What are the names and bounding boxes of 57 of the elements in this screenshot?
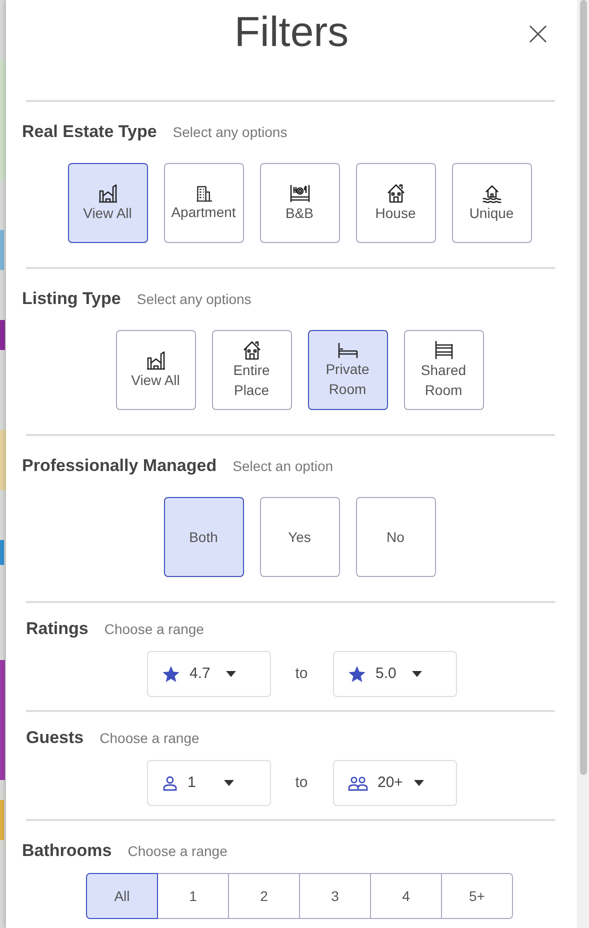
segment-option[interactable]: 4 <box>370 873 442 919</box>
range-separator: to <box>294 664 309 684</box>
bed-icon <box>336 341 358 359</box>
window-title: Filters <box>234 7 349 57</box>
range-dropdown[interactable]: 20+ <box>332 760 456 806</box>
segment-option[interactable]: 2 <box>228 873 300 919</box>
caret-icon <box>224 780 234 786</box>
section-heading: Listing Type <box>22 288 121 310</box>
segment-option[interactable]: 1 <box>157 873 229 919</box>
section-heading: Professionally Managed <box>22 455 217 477</box>
option-tile[interactable]: Private Room <box>308 330 388 410</box>
section-heading: Guests <box>26 727 84 749</box>
option-tile[interactable]: Apartment <box>164 163 244 243</box>
section-hint: Choose a range <box>128 842 228 861</box>
range-dropdown[interactable]: 4.7 <box>146 651 270 697</box>
range-separator: to <box>294 772 309 793</box>
section-hint: Select an option <box>232 457 334 476</box>
section-hint: Choose a range <box>100 729 200 748</box>
bed-dining-icon <box>288 183 310 203</box>
range-dropdown[interactable]: 1 <box>146 760 270 806</box>
segment-option[interactable]: All <box>86 873 158 919</box>
star-icon <box>162 665 180 683</box>
option-tile[interactable]: Unique <box>452 163 532 243</box>
star-icon <box>348 665 366 683</box>
people-icon <box>348 775 368 791</box>
close-icon <box>529 25 547 43</box>
section-hint: Choose a range <box>104 620 204 639</box>
section-hint: Select any options <box>172 123 288 142</box>
option-tile[interactable]: House <box>356 163 436 243</box>
option-tile[interactable]: View All <box>116 330 196 410</box>
close-button[interactable] <box>529 25 547 43</box>
bunk-bed-icon <box>432 340 454 360</box>
option-tile[interactable]: Both <box>164 497 244 577</box>
house-waves-icon <box>482 183 502 203</box>
section-heading: Ratings <box>26 618 88 640</box>
option-tile[interactable]: B&B <box>260 163 340 243</box>
segment-option[interactable]: 5+ <box>441 873 513 919</box>
section-heading: Real Estate Type <box>22 121 157 143</box>
scrollbar[interactable] <box>577 0 589 928</box>
option-tile[interactable]: No <box>356 497 436 577</box>
house-icon <box>386 183 406 203</box>
section-heading: Bathrooms <box>22 840 112 862</box>
house-icon <box>242 340 262 360</box>
segment-option[interactable]: 3 <box>299 873 371 919</box>
city-icon <box>98 183 118 203</box>
option-tile[interactable]: Shared Room <box>404 330 484 410</box>
option-tile[interactable]: Entire Place <box>212 330 292 410</box>
caret-icon <box>414 780 424 786</box>
caret-icon <box>412 671 422 677</box>
caret-icon <box>226 671 236 677</box>
person-icon <box>162 775 178 791</box>
section-hint: Select any options <box>136 290 252 309</box>
option-tile[interactable]: View All <box>68 163 148 243</box>
option-tile[interactable]: Yes <box>260 497 340 577</box>
building-icon <box>194 184 212 202</box>
range-dropdown[interactable]: 5.0 <box>332 651 456 697</box>
city-icon <box>146 350 166 370</box>
